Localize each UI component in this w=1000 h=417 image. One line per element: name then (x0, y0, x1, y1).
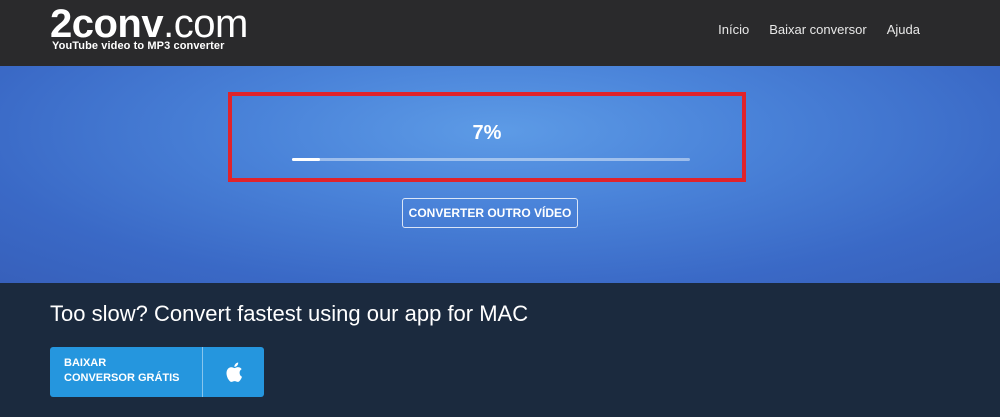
main-nav: Início Baixar conversor Ajuda (718, 22, 920, 37)
app-promo-section: Too slow? Convert fastest using our app … (0, 283, 1000, 417)
progress-bar-track (292, 158, 690, 161)
nav-link-ajuda[interactable]: Ajuda (887, 22, 920, 37)
promo-title: Too slow? Convert fastest using our app … (50, 301, 529, 326)
download-button-text: BAIXAR CONVERSOR GRÁTIS (50, 347, 202, 397)
site-tagline: YouTube video to MP3 converter (52, 40, 225, 52)
download-line-2: CONVERSOR GRÁTIS (64, 372, 180, 384)
conversion-panel: 7% CONVERTER OUTRO VÍDEO (0, 66, 1000, 283)
download-converter-button[interactable]: BAIXAR CONVERSOR GRÁTIS (50, 347, 264, 397)
progress-percent-label: 7% (472, 122, 502, 144)
convert-another-video-button[interactable]: CONVERTER OUTRO VÍDEO (402, 198, 578, 228)
nav-link-baixar-conversor[interactable]: Baixar conversor (769, 22, 867, 37)
progress-bar-fill (292, 158, 320, 161)
top-bar: 2conv.com YouTube video to MP3 converter… (0, 0, 1000, 66)
download-line-1: BAIXAR (64, 357, 107, 369)
progress-highlight-box: 7% (228, 92, 746, 182)
apple-icon (203, 347, 264, 397)
nav-link-inicio[interactable]: Início (718, 22, 749, 37)
